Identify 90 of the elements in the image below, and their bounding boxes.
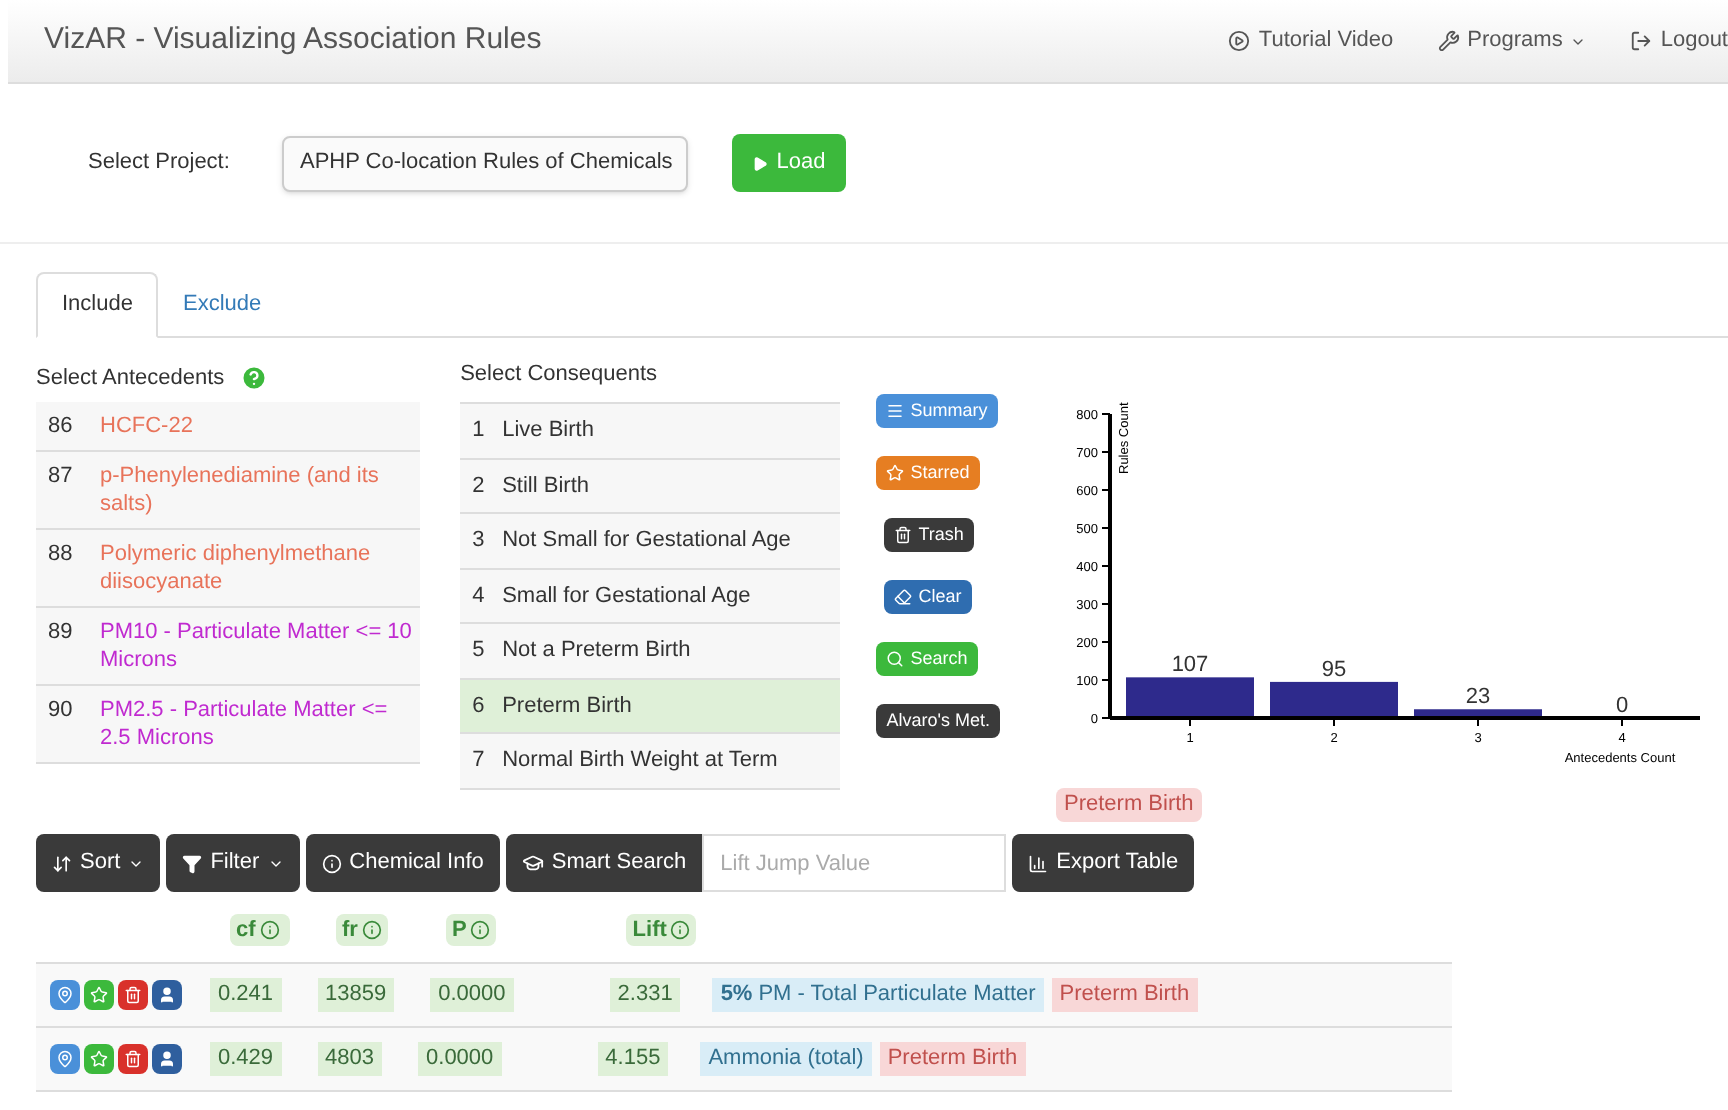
nav-link[interactable]: Logout — [1630, 24, 1728, 58]
tab[interactable]: Include — [36, 272, 159, 338]
star-icon — [886, 464, 905, 482]
info-icon — [321, 853, 342, 873]
column-header[interactable]: fr — [336, 913, 388, 947]
data-label: 23 — [1465, 685, 1491, 710]
data-label: 107 — [1171, 653, 1209, 678]
action-button[interactable]: Clear — [884, 580, 972, 614]
table-cell: 13859 — [317, 978, 395, 1012]
logout-icon — [1630, 30, 1653, 52]
graduation-cap-icon — [521, 852, 544, 874]
nav-link[interactable]: Programs — [1437, 24, 1587, 58]
filter-icon — [182, 853, 203, 873]
consequent-tag: Preterm Birth — [879, 1042, 1026, 1076]
tab[interactable]: Exclude — [158, 272, 286, 336]
section-title: Select Consequents — [460, 360, 660, 390]
trash-icon — [894, 526, 913, 544]
column-header[interactable]: P — [445, 913, 497, 947]
antecedent-item[interactable]: 87 p-Phenylenediamine (and its salts) — [36, 452, 421, 530]
trash-icon — [124, 986, 142, 1004]
star-button[interactable] — [84, 980, 114, 1010]
consequent-item[interactable]: 2 Still Birth — [460, 459, 841, 514]
info-icon — [259, 920, 280, 940]
info-icon — [670, 920, 691, 940]
user-icon — [158, 1050, 176, 1068]
antecedent-item[interactable]: 89 PM10 - Particulate Matter <= 10 Microns — [36, 608, 421, 686]
search-icon — [886, 650, 905, 668]
consequent-item[interactable]: 7 Normal Birth Weight at Term — [460, 734, 841, 789]
table-cell: 0.0000 — [418, 1042, 502, 1076]
table-cell: 0.429 — [210, 1042, 282, 1076]
pin-icon — [56, 1050, 74, 1068]
user-button[interactable] — [152, 1044, 182, 1074]
info-icon — [470, 920, 491, 940]
project-select[interactable]: APHP Co-location Rules of Chemicals — [282, 135, 688, 191]
delete-button[interactable] — [118, 1044, 148, 1074]
star-icon — [90, 1050, 108, 1068]
consequent-tag: Preterm Birth — [1051, 978, 1198, 1012]
data-label: 0 — [1615, 694, 1629, 718]
consequent-item[interactable]: 3 Not Small for Gestational Age — [460, 514, 841, 569]
table-cell: 0.0000 — [430, 978, 514, 1012]
locate-button[interactable] — [50, 1044, 80, 1074]
table-cell: 2.331 — [609, 978, 681, 1012]
data-label: 95 — [1321, 657, 1347, 682]
star-button[interactable] — [84, 1044, 114, 1074]
column-header[interactable]: Lift — [626, 913, 697, 947]
consequent-item[interactable]: 5 Not a Preterm Birth — [460, 624, 841, 679]
consequent-item[interactable]: 6 Preterm Birth — [460, 679, 841, 734]
app-title: VizAR - Visualizing Association Rules — [44, 20, 542, 61]
bar — [1414, 709, 1542, 716]
antecedent-item[interactable]: 88 Polymeric diphenylmethane diisocyanate — [36, 530, 421, 608]
sort-button[interactable]: Sort — [36, 834, 161, 892]
antecedent-item[interactable]: 86 HCFC-22 — [36, 402, 421, 452]
lift-jump-field[interactable]: Lift Jump Value — [702, 834, 1007, 892]
help-icon[interactable] — [240, 364, 269, 392]
bar — [1126, 677, 1254, 716]
table-cell: 0.241 — [210, 978, 282, 1012]
locate-button[interactable] — [50, 980, 80, 1010]
play-circle-icon — [1228, 30, 1251, 52]
consequent-tag: Preterm Birth — [1056, 788, 1202, 822]
user-button[interactable] — [152, 980, 182, 1010]
consequent-item[interactable]: 4 Small for Gestational Age — [460, 569, 841, 624]
menu-icon — [886, 402, 905, 420]
play-icon — [752, 155, 769, 171]
consequent-item[interactable]: 1 Live Birth — [460, 404, 841, 459]
smart-search-button[interactable]: Smart Search — [505, 834, 703, 892]
bar — [1270, 681, 1398, 716]
antecedent-item[interactable]: 90 PM2.5 - Particulate Matter <= 2.5 Microns — [36, 686, 421, 764]
delete-button[interactable] — [118, 980, 148, 1010]
nav-link[interactable]: Tutorial Video — [1228, 24, 1394, 58]
sort-icon — [52, 853, 72, 873]
user-icon — [158, 986, 176, 1004]
chemical-info-button[interactable]: Chemical Info — [305, 834, 500, 892]
field-label: Select Project: — [88, 148, 232, 179]
antecedent-tag: 5% PM - Total Particulate Matter — [712, 978, 1044, 1012]
action-button[interactable]: Trash — [884, 518, 974, 552]
antecedent-tag: Ammonia (total) — [700, 1042, 872, 1076]
info-icon — [361, 920, 382, 940]
export-button[interactable]: Export Table — [1012, 834, 1195, 892]
eraser-icon — [894, 588, 913, 606]
chart-icon — [1028, 853, 1049, 873]
table-cell: 4.155 — [597, 1042, 669, 1076]
filter-button[interactable]: Filter — [166, 834, 300, 892]
pin-icon — [56, 986, 74, 1004]
trash-icon — [124, 1050, 142, 1068]
column-header[interactable]: cf — [230, 913, 290, 947]
table-cell: 4803 — [317, 1042, 383, 1076]
wrench-icon — [1437, 30, 1460, 52]
section-title: Select Antecedents — [36, 363, 225, 394]
star-icon — [90, 986, 108, 1004]
action-button[interactable]: Alvaro's Met. — [876, 704, 1000, 738]
